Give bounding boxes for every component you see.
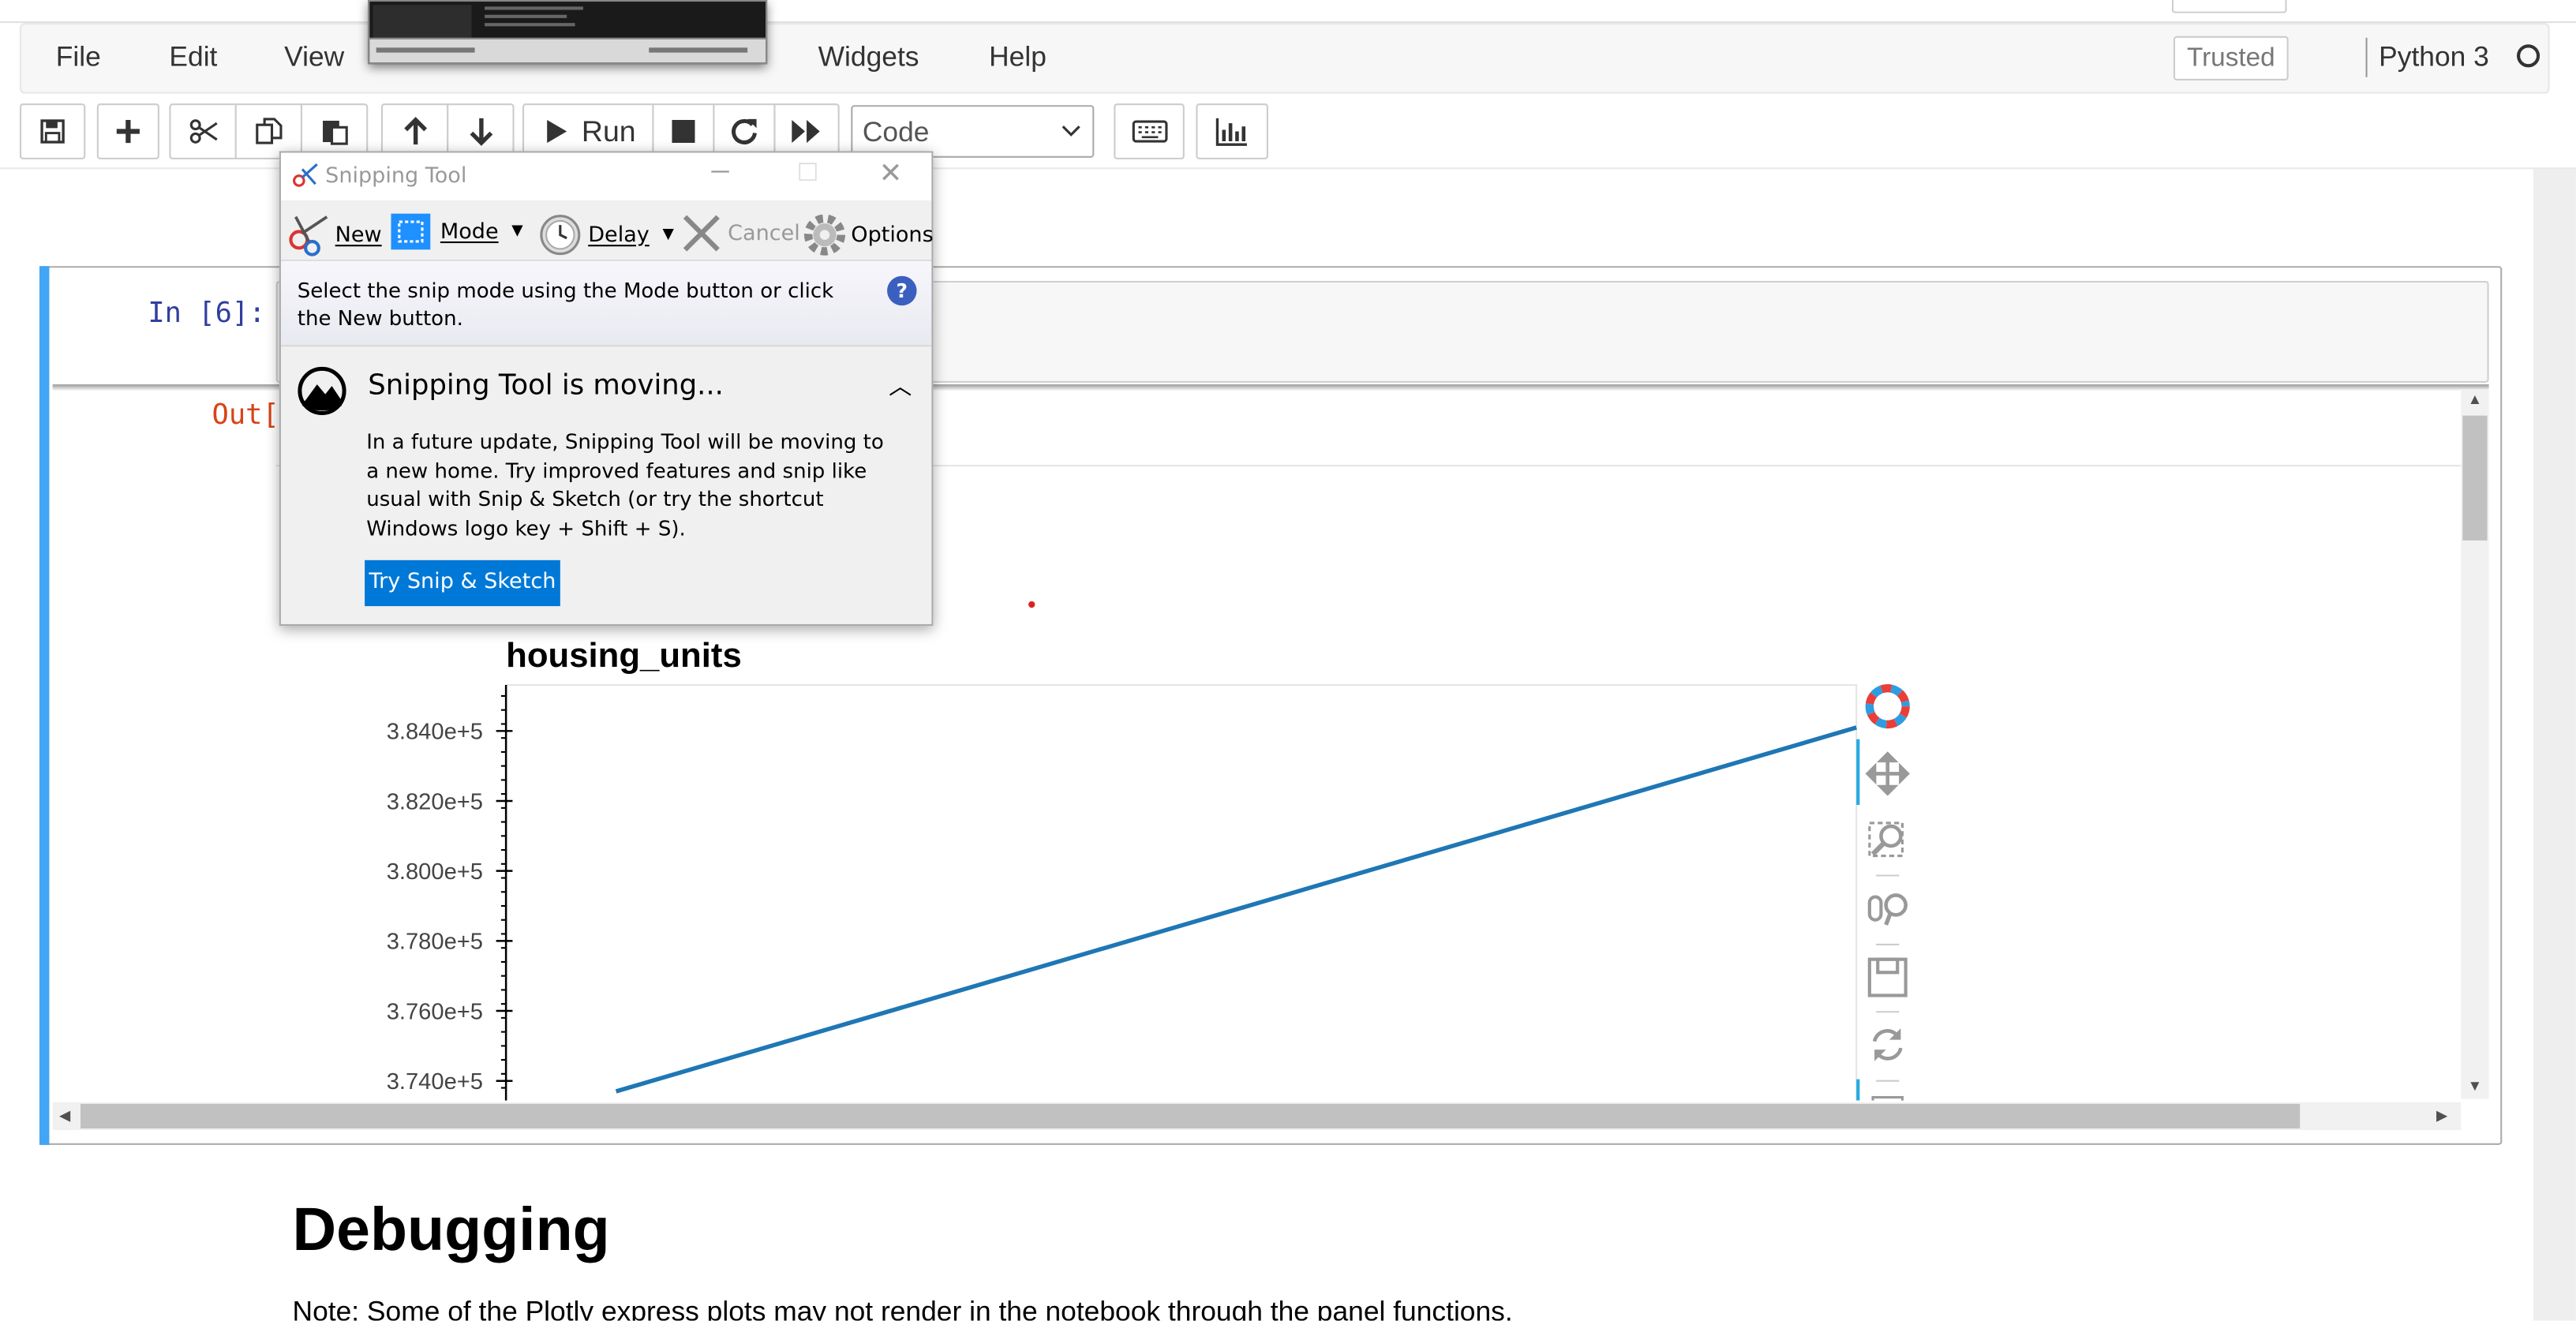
delay-label: Delay <box>588 223 650 248</box>
arrow-down-icon <box>469 118 492 146</box>
cancel-button[interactable]: Cancel <box>682 214 800 253</box>
command-palette-button[interactable] <box>1114 103 1185 159</box>
chart-toolbar-button[interactable] <box>1196 103 1268 159</box>
mode-label: Mode <box>440 219 499 245</box>
scissors-snip-icon <box>289 215 328 256</box>
close-icon[interactable]: ✕ <box>879 158 903 191</box>
horizontal-scroll-thumb[interactable] <box>80 1103 2301 1129</box>
y-tick-label: 3.820e+5 <box>387 789 483 814</box>
cell-type-select[interactable]: Code <box>851 105 1095 158</box>
moving-header: Snipping Tool is moving... <box>368 369 724 402</box>
menu-edit[interactable]: Edit <box>169 41 217 74</box>
rectangle-mode-icon <box>391 213 431 250</box>
scroll-down-icon[interactable]: ▼ <box>2468 1078 2483 1095</box>
mode-dropdown-icon[interactable]: ▼ <box>511 223 522 240</box>
output-prompt: Out[ <box>212 399 279 432</box>
y-tick-label: 3.760e+5 <box>387 999 483 1024</box>
play-icon <box>547 119 567 144</box>
snipping-tool-window: Snipping Tool ─ ☐ ✕ New Mode ▼ Delay ▼ C… <box>279 151 934 627</box>
y-tick-label: 3.780e+5 <box>387 930 483 955</box>
output-vertical-scrollbar[interactable]: ▲ ▼ <box>2461 389 2489 1099</box>
chart-title: housing_units <box>506 636 742 675</box>
jupyter-notebook-window: File Edit View Widgets Help Trusted Pyth… <box>0 0 2576 1321</box>
red-marker-dot <box>1028 601 1035 608</box>
snipping-tool-titlebar[interactable]: Snipping Tool ─ ☐ ✕ <box>280 152 932 200</box>
save-icon <box>40 119 65 144</box>
reset-icon[interactable] <box>1872 1028 1903 1061</box>
help-icon[interactable]: ? <box>887 275 917 306</box>
pan-icon[interactable] <box>1865 751 1910 796</box>
bar-chart-icon <box>1215 118 1247 146</box>
markdown-note: Note: Some of the Plotly express plots m… <box>292 1296 1513 1321</box>
paste-icon <box>321 120 347 145</box>
scroll-right-icon[interactable]: ▶ <box>2436 1107 2447 1125</box>
restart-icon <box>732 118 757 144</box>
hint-text: Select the snip mode using the Mode butt… <box>297 277 834 331</box>
box-zoom-icon[interactable] <box>1868 821 1904 858</box>
header-button[interactable] <box>2171 0 2287 13</box>
kernel-name[interactable]: Python 3 <box>2379 41 2489 74</box>
y-tick-label: 3.840e+5 <box>387 720 483 745</box>
cell-selection-bar <box>39 266 50 1145</box>
fast-forward-icon <box>792 119 820 144</box>
insert-cell-button[interactable] <box>96 103 159 159</box>
menu-file[interactable]: File <box>56 41 101 74</box>
wheel-zoom-icon[interactable] <box>1867 893 1908 926</box>
try-snip-sketch-button[interactable]: Try Snip & Sketch <box>365 559 560 607</box>
snipping-tool-title: Snipping Tool <box>325 164 467 189</box>
new-snip-button[interactable]: New <box>286 214 382 256</box>
collapse-chevron-icon[interactable]: ︿ <box>889 369 912 402</box>
gear-icon <box>803 214 845 256</box>
scissors-icon <box>189 119 217 144</box>
maximize-icon[interactable]: ☐ <box>797 158 819 187</box>
scroll-up-icon[interactable]: ▲ <box>2468 391 2483 407</box>
line-chart: housing_units 3.840e+5 3.820e+5 3.800e+5 3.… <box>387 636 1910 1101</box>
chevron-down-icon <box>1061 125 1080 137</box>
menu-widgets[interactable]: Widgets <box>818 41 919 74</box>
stop-icon <box>672 119 695 144</box>
snip-sketch-logo-icon <box>298 366 346 416</box>
keyboard-icon <box>1131 120 1167 143</box>
minimize-icon[interactable]: ─ <box>711 158 728 185</box>
plot-area <box>505 683 1858 1101</box>
delay-button[interactable]: Delay ▼ <box>539 214 674 256</box>
new-label: New <box>335 223 382 248</box>
plus-icon <box>116 119 140 144</box>
mode-button[interactable]: Mode ▼ <box>391 213 523 250</box>
options-button[interactable]: Options <box>803 214 934 256</box>
snipping-tool-app-icon <box>293 163 318 187</box>
input-prompt: In [6]: <box>148 297 266 331</box>
cancel-label: Cancel <box>728 220 800 246</box>
delay-dropdown-icon[interactable]: ▼ <box>662 226 673 243</box>
chart-toolbar <box>1856 683 1910 1101</box>
moving-body: In a future update, Snipping Tool will b… <box>366 428 884 540</box>
cancel-x-icon <box>683 215 720 252</box>
options-label: Options <box>851 223 934 248</box>
clock-icon <box>540 215 581 256</box>
snipping-tool-hint: Select the snip mode using the Mode butt… <box>280 259 932 346</box>
output-horizontal-scrollbar[interactable]: ◀ ▶ <box>52 1102 2462 1131</box>
cut-button[interactable] <box>169 103 237 159</box>
markdown-heading: Debugging <box>292 1196 610 1263</box>
snipping-tool-toolbar: New Mode ▼ Delay ▼ Cancel Options <box>280 200 934 260</box>
save-button[interactable] <box>19 103 86 159</box>
arrow-up-icon <box>403 117 427 145</box>
cell-type-value: Code <box>862 116 930 148</box>
copy-icon <box>255 118 282 144</box>
snipping-tool-moving-notice: Snipping Tool is moving... ︿ In a future… <box>280 345 932 625</box>
y-tick-label: 3.800e+5 <box>387 859 483 885</box>
kernel-separator <box>2365 37 2368 77</box>
window-thumbnail-preview[interactable] <box>368 0 768 65</box>
run-label: Run <box>581 114 636 148</box>
chart-save-icon[interactable] <box>1867 957 1908 997</box>
y-tick-label: 3.740e+5 <box>387 1069 483 1095</box>
menu-view[interactable]: View <box>284 41 344 74</box>
menu-help[interactable]: Help <box>989 41 1046 74</box>
kernel-idle-icon <box>2517 44 2540 68</box>
vertical-scroll-thumb[interactable] <box>2462 415 2488 541</box>
bokeh-logo-icon[interactable] <box>1865 683 1910 729</box>
trusted-indicator[interactable]: Trusted <box>2173 36 2289 80</box>
scroll-left-icon[interactable]: ◀ <box>59 1107 70 1125</box>
